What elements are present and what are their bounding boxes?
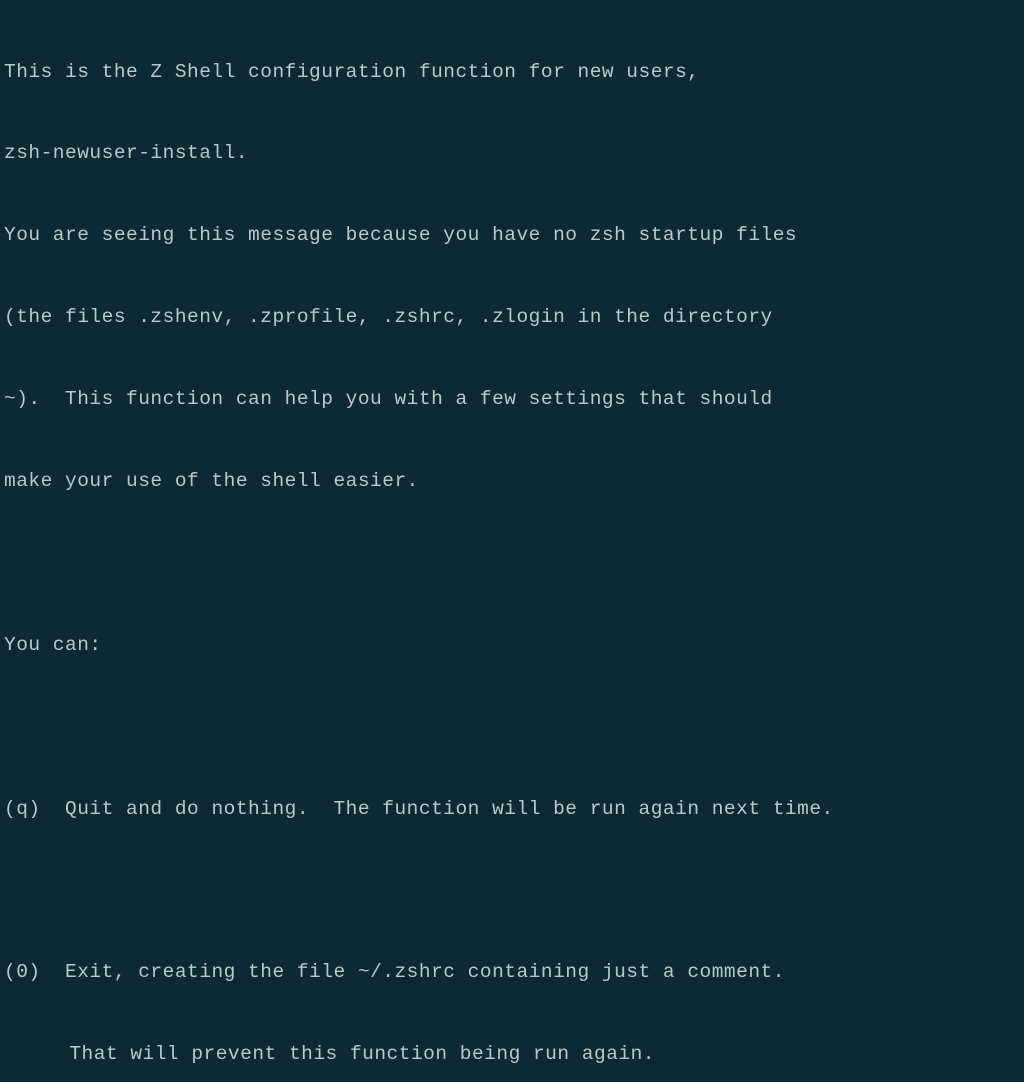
intro-line-6: make your use of the shell easier. xyxy=(4,468,1024,495)
intro-line-2: zsh-newuser-install. xyxy=(4,140,1024,167)
intro-line-4: (the files .zshenv, .zprofile, .zshrc, .… xyxy=(4,304,1024,331)
option-0: (0) Exit, creating the file ~/.zshrc con… xyxy=(4,959,1024,986)
option-q: (q) Quit and do nothing. The function wi… xyxy=(4,796,1024,823)
intro-line-5: ~). This function can help you with a fe… xyxy=(4,386,1024,413)
you-can-label: You can: xyxy=(4,632,1024,659)
intro-line-1: This is the Z Shell configuration functi… xyxy=(4,59,1024,86)
blank-line xyxy=(4,714,1024,741)
terminal-output[interactable]: This is the Z Shell configuration functi… xyxy=(4,4,1024,1082)
option-q-key: (q) xyxy=(4,798,65,820)
blank-line xyxy=(4,878,1024,905)
option-0-text: Exit, creating the file ~/.zshrc contain… xyxy=(65,961,785,983)
intro-line-3: You are seeing this message because you … xyxy=(4,222,1024,249)
option-0-continuation: That will prevent this function being ru… xyxy=(4,1041,1024,1068)
blank-line xyxy=(4,550,1024,577)
option-q-text: Quit and do nothing. The function will b… xyxy=(65,798,834,820)
option-0-key: (0) xyxy=(4,961,65,983)
